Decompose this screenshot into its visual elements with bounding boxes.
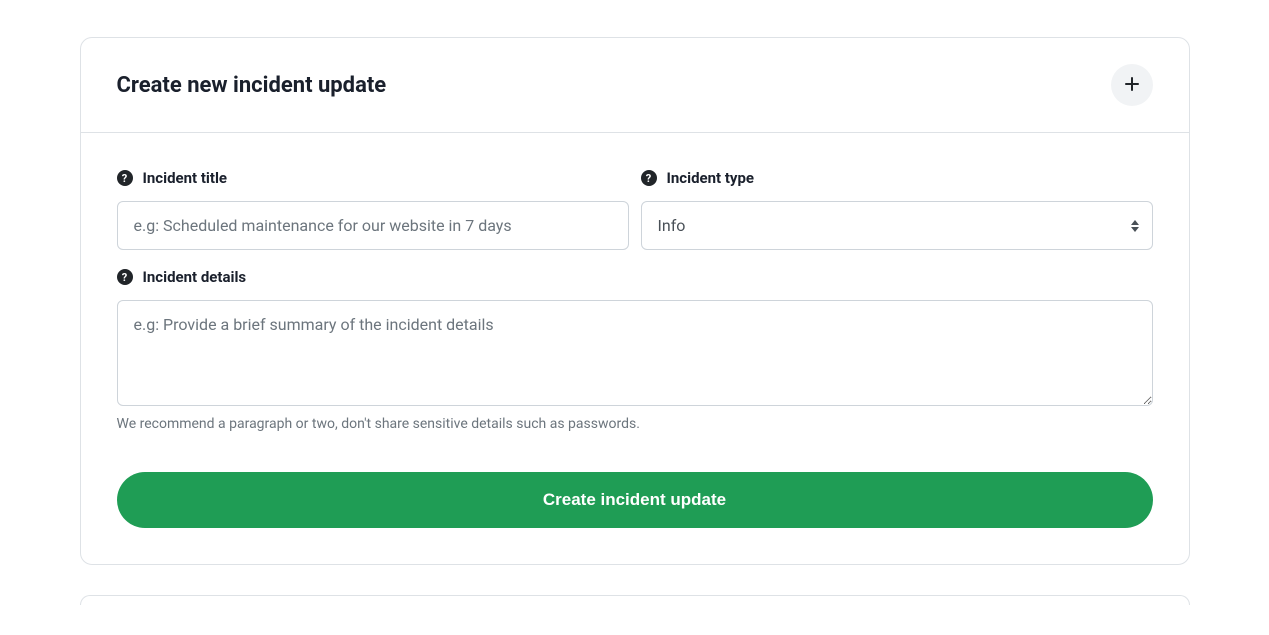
form-col-details: ? Incident details We recommend a paragr…	[117, 268, 1153, 432]
label-text: Incident details	[143, 268, 247, 286]
help-icon[interactable]: ?	[117, 170, 133, 186]
incident-title-label: ? Incident title	[117, 169, 629, 187]
next-card-peek	[80, 595, 1190, 605]
select-wrap: Info	[641, 201, 1153, 250]
plus-icon	[1124, 76, 1140, 95]
label-text: Incident type	[667, 169, 755, 187]
card-title: Create new incident update	[117, 73, 387, 98]
incident-type-label: ? Incident type	[641, 169, 1153, 187]
create-incident-button[interactable]: Create incident update	[117, 472, 1153, 528]
card-header: Create new incident update	[81, 38, 1189, 133]
incident-create-card: Create new incident update ? Incident ti…	[80, 37, 1190, 565]
incident-details-hint: We recommend a paragraph or two, don't s…	[117, 416, 1153, 432]
label-text: Incident title	[143, 169, 228, 187]
incident-type-select[interactable]: Info	[641, 201, 1153, 250]
help-icon[interactable]: ?	[117, 269, 133, 285]
add-button[interactable]	[1111, 64, 1153, 106]
help-icon[interactable]: ?	[641, 170, 657, 186]
incident-details-textarea[interactable]	[117, 300, 1153, 406]
incident-title-input[interactable]	[117, 201, 629, 250]
card-body: ? Incident title ? Incident type Info	[81, 133, 1189, 564]
form-row-title-type: ? Incident title ? Incident type Info	[117, 169, 1153, 250]
incident-details-label: ? Incident details	[117, 268, 1153, 286]
form-col-type: ? Incident type Info	[641, 169, 1153, 250]
form-col-title: ? Incident title	[117, 169, 629, 250]
